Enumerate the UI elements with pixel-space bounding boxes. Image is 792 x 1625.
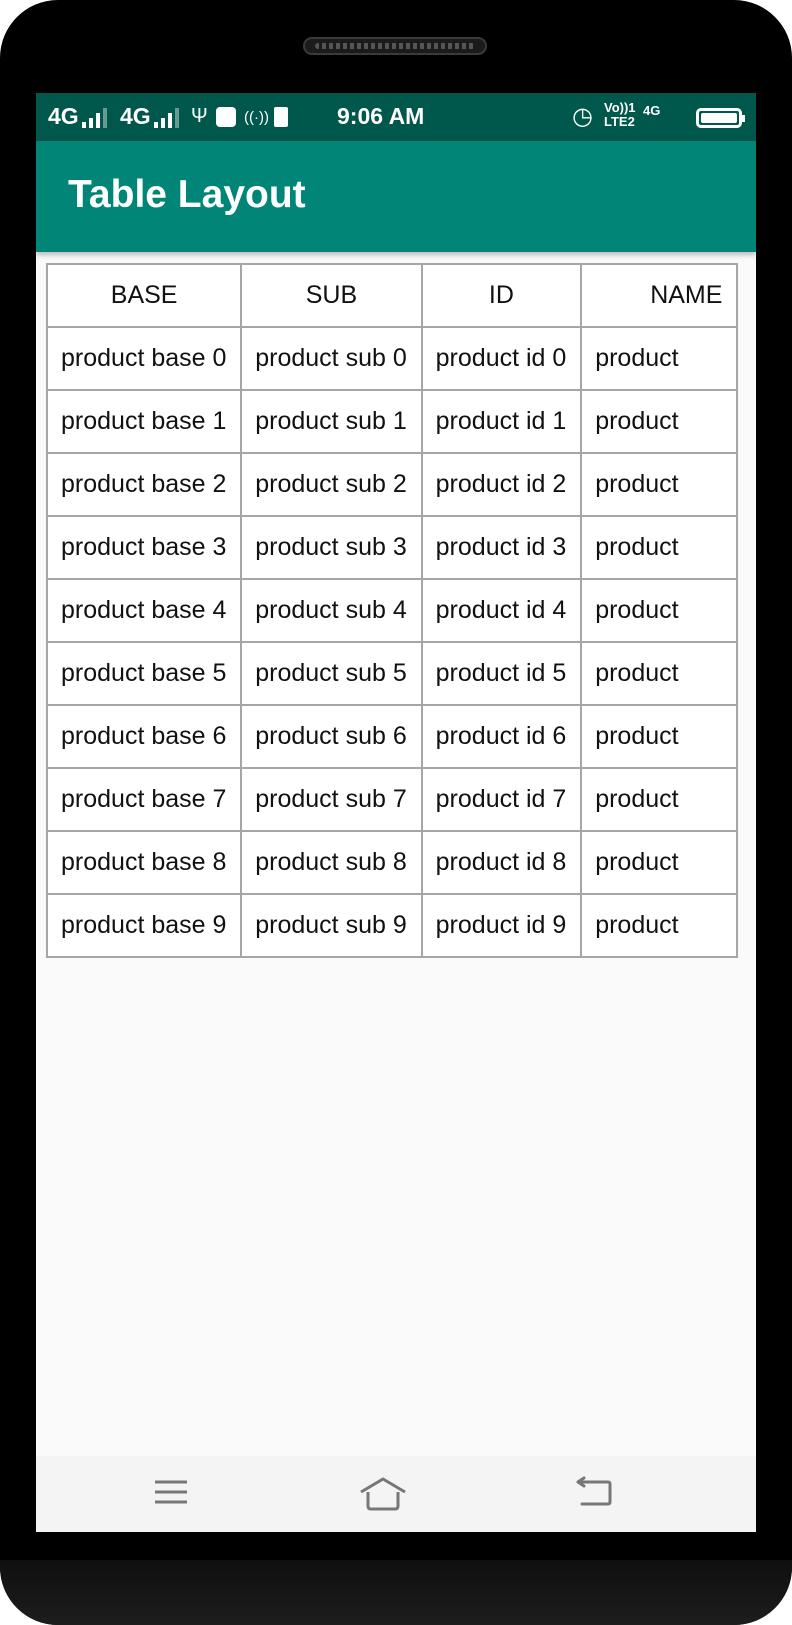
cell-id: product id 4 [420,578,583,643]
signal-strength-1-icon [82,108,107,128]
cell-id: product id 7 [420,767,583,832]
clipboard-icon [274,107,288,127]
table-row: product base 3 product sub 3 product id 3p… [46,515,738,580]
cell-sub: product sub 6 [240,704,423,769]
header-sub: SUB [240,263,423,328]
app-bar: Table Layout [36,141,756,252]
status-bar: 4G 4G Ψ ((·)) 9:06 AM ◷ Vo))1 LTE2 4G [36,93,756,141]
table-row: product base 2 product sub 2 product id 2p… [46,452,738,517]
battery-icon [696,108,745,128]
cell-sub: product sub 5 [240,641,423,706]
volte-top-label: Vo))1 [604,100,636,115]
clock: 9:06 AM [337,103,425,129]
cell-id: product id 1 [420,389,583,454]
cell-base: product base 9 [46,893,243,958]
cell-id: product id 3 [420,515,583,580]
usb-icon: Ψ [191,105,208,127]
cell-name: product [580,452,738,517]
cell-base: product base 2 [46,452,243,517]
cell-name: product [580,389,738,454]
app-title: Table Layout [68,173,306,216]
product-table-scroll[interactable]: BASE SUB ID NAME product base 0 product s… [46,263,738,1003]
table-header-row: BASE SUB ID NAME [46,263,738,328]
cell-sub: product sub 3 [240,515,423,580]
cell-id: product id 2 [420,452,583,517]
navigation-bar [36,1456,756,1532]
cell-id: product id 6 [420,704,583,769]
cell-base: product base 6 [46,704,243,769]
cell-name: product [580,704,738,769]
cell-sub: product sub 0 [240,326,423,391]
cell-base: product base 3 [46,515,243,580]
back-icon[interactable] [574,1476,614,1515]
table-row: product base 5 product sub 5 product id 5p… [46,641,738,706]
cell-id: product id 8 [420,830,583,895]
cell-name: product [580,578,738,643]
phone-bottom-bezel [0,1560,792,1625]
cell-name: product [580,767,738,832]
table-row: product base 1 product sub 1 product id 1p… [46,389,738,454]
cell-id: product id 0 [420,326,583,391]
menu-icon[interactable] [153,1476,189,1515]
volte-indicator: Vo))1 LTE2 [604,101,636,129]
cell-base: product base 8 [46,830,243,895]
cell-base: product base 1 [46,389,243,454]
table-row: product base 7 product sub 7 product id 7p… [46,767,738,832]
table-row: product base 0 product sub 0 product id 0p… [46,326,738,391]
cell-base: product base 4 [46,578,243,643]
cell-id: product id 5 [420,641,583,706]
screen: 4G 4G Ψ ((·)) 9:06 AM ◷ Vo))1 LTE2 4G Ta… [36,93,756,1532]
cell-id: product id 9 [420,893,583,958]
cell-name: product [580,830,738,895]
usb-debug-icon [216,107,236,127]
cell-sub: product sub 1 [240,389,423,454]
cell-sub: product sub 4 [240,578,423,643]
cell-sub: product sub 9 [240,893,423,958]
cell-base: product base 0 [46,326,243,391]
table-row: product base 8 product sub 8 product id 8p… [46,830,738,895]
cell-name: product [580,515,738,580]
table-row: product base 9 product sub 9 product id 9p… [46,893,738,958]
network-type-1: 4G [48,103,79,129]
cell-sub: product sub 8 [240,830,423,895]
phone-frame: 4G 4G Ψ ((·)) 9:06 AM ◷ Vo))1 LTE2 4G Ta… [0,0,792,1625]
cell-base: product base 7 [46,767,243,832]
cell-sub: product sub 2 [240,452,423,517]
network-type-2: 4G [120,103,151,129]
header-base: BASE [46,263,243,328]
network-type-3: 4G [643,103,661,118]
table-row: product base 6 product sub 6 product id 6p… [46,704,738,769]
signal-strength-2-icon [154,108,179,128]
table-row: product base 4 product sub 4 product id 4p… [46,578,738,643]
product-table: BASE SUB ID NAME product base 0 product s… [46,263,738,958]
header-id: ID [420,263,583,328]
cell-name: product [580,641,738,706]
cell-sub: product sub 7 [240,767,423,832]
header-name: NAME [580,263,738,328]
cell-base: product base 5 [46,641,243,706]
volte-bottom-label: LTE2 [604,114,635,129]
home-icon[interactable] [358,1476,408,1517]
alarm-icon: ◷ [572,103,593,130]
earpiece [303,37,487,55]
hotspot-icon: ((·)) [244,109,269,126]
cell-name: product [580,326,738,391]
cell-name: product [580,893,738,958]
